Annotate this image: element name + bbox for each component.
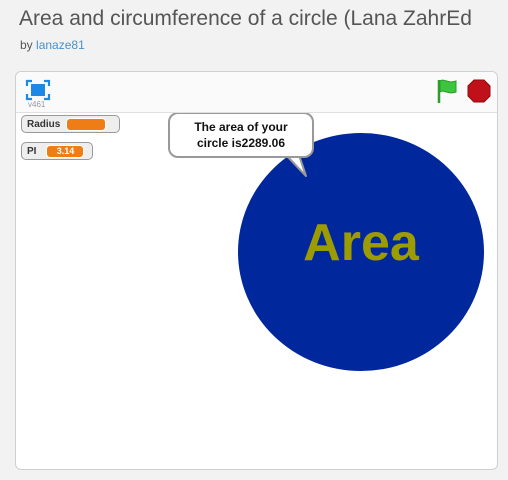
project-stage[interactable]: Radius PI 3.14 Area The area of your cir… [16, 113, 497, 469]
speech-line-1: The area of your [194, 120, 288, 134]
project-byline: by lanaze81 [20, 38, 85, 52]
author-link[interactable]: lanaze81 [36, 38, 85, 52]
green-flag-icon[interactable] [435, 78, 459, 104]
stop-sign-icon[interactable] [467, 79, 491, 103]
player-toolbar: v461 [16, 72, 497, 113]
speech-line-2: circle is2289.06 [196, 136, 286, 150]
project-player: v461 Radius PI 3.14 Area The area of you… [15, 71, 498, 470]
circle-sprite-label: Area [303, 214, 419, 272]
version-label: v461 [28, 100, 46, 109]
project-header: Area and circumference of a circle (Lana… [0, 0, 508, 64]
fullscreen-icon[interactable] [25, 79, 51, 101]
speech-bubble: The area of your circle is2289.06 [168, 113, 314, 158]
by-label: by [20, 38, 33, 52]
project-title: Area and circumference of a circle (Lana… [19, 7, 472, 30]
